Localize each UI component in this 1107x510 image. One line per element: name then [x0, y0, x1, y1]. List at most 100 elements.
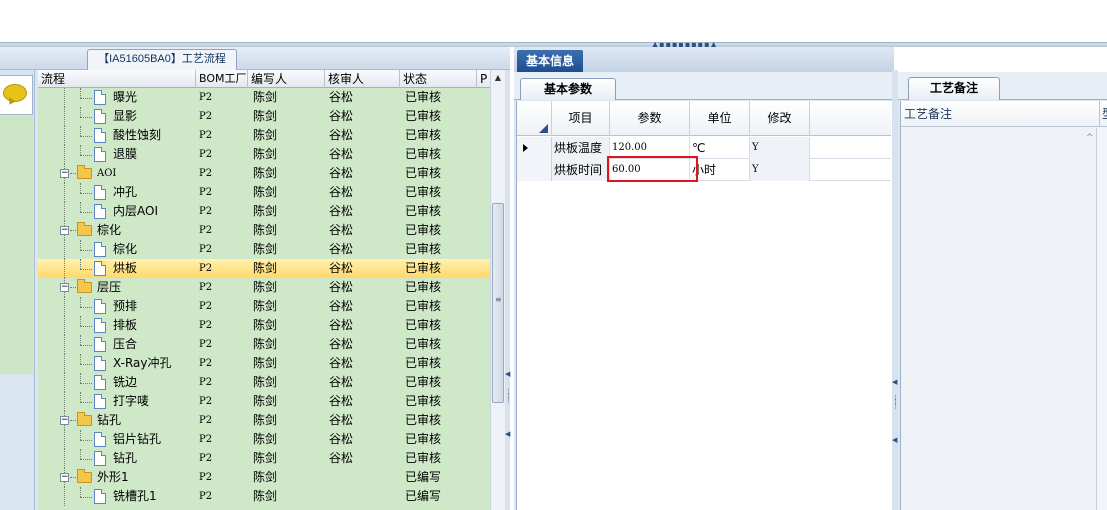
column-header-p[interactable]: P	[477, 70, 490, 88]
notes-text-area[interactable]: ^	[901, 128, 1097, 510]
modify-cell[interactable]: Y	[750, 137, 810, 159]
column-header-reviewer[interactable]: 核审人	[325, 70, 400, 88]
tree-node[interactable]: 冲孔	[38, 183, 196, 202]
tree-node[interactable]: X-Ray冲孔	[38, 354, 196, 373]
tab-process-flow[interactable]: 【IA51605BA0】工艺流程	[87, 49, 237, 70]
tree-row[interactable]: 烘板 P2 陈剑 谷松 已审核	[38, 259, 490, 278]
scroll-thumb[interactable]: ≡	[492, 203, 504, 403]
collapse-toggle-icon[interactable]: −	[60, 416, 69, 425]
tree-node[interactable]: 内层AOI	[38, 202, 196, 221]
row-indicator[interactable]	[517, 137, 552, 159]
column-header-modify[interactable]: 修改	[750, 101, 810, 136]
scroll-up-arrow-icon[interactable]: ▲	[491, 70, 505, 86]
tree-folder-row[interactable]: − AOI P2 陈剑 谷松 已审核	[38, 164, 490, 183]
tree-row[interactable]: 预排 P2 陈剑 谷松 已审核	[38, 297, 490, 316]
tree-node[interactable]: 压合	[38, 335, 196, 354]
item-cell[interactable]: 烘板温度	[552, 137, 610, 159]
tree-row[interactable]: 冲孔 P2 陈剑 谷松 已审核	[38, 183, 490, 202]
params-row[interactable]: 烘板温度 120.00 ℃ Y	[517, 137, 891, 159]
column-header-writer[interactable]: 编写人	[248, 70, 325, 88]
collapse-toggle-icon[interactable]: −	[60, 283, 69, 292]
tree-vertical-scrollbar[interactable]: ▲ ≡	[490, 70, 505, 510]
tree-row[interactable]: 退膜 P2 陈剑 谷松 已审核	[38, 145, 490, 164]
tree-node[interactable]: 棕化	[38, 240, 196, 259]
tree-row[interactable]: 曝光 P2 陈剑 谷松 已审核	[38, 88, 490, 107]
select-all-corner-icon[interactable]	[517, 101, 552, 136]
scroll-up-icon[interactable]: ^	[1086, 133, 1094, 143]
tree-node[interactable]: − 棕化	[38, 221, 196, 240]
tree-row[interactable]: 排板 P2 陈剑 谷松 已审核	[38, 316, 490, 335]
tree-row[interactable]: 铣边 P2 陈剑 谷松 已审核	[38, 373, 490, 392]
tree-row[interactable]: 铝片钻孔 P2 陈剑 谷松 已审核	[38, 430, 490, 449]
left-panel-splitter[interactable]: ◀ ⋮ ⋮ ⋮ ◀	[505, 70, 512, 510]
splitter-arrow-icon: ◀	[892, 378, 898, 386]
column-header-status[interactable]: 状态	[400, 70, 477, 88]
reviewer-cell: 谷松	[329, 375, 354, 389]
column-header-process-notes[interactable]: 工艺备注	[904, 101, 952, 127]
tree-node[interactable]: 打字唛	[38, 392, 196, 411]
tree-row[interactable]: 铣槽孔1 P2 陈剑 已编写	[38, 487, 490, 506]
tree-row[interactable]: 压合 P2 陈剑 谷松 已审核	[38, 335, 490, 354]
tree-node[interactable]: 退膜	[38, 145, 196, 164]
tree-row[interactable]: 酸性蚀刻 P2 陈剑 谷松 已审核	[38, 126, 490, 145]
tree-folder-row[interactable]: − 棕化 P2 陈剑 谷松 已审核	[38, 221, 490, 240]
tree-connector	[80, 326, 92, 327]
writer-cell: 陈剑	[253, 185, 278, 199]
tree-node[interactable]: 铝片钻孔	[38, 430, 196, 449]
tree-connector	[64, 107, 65, 126]
tree-row[interactable]: 棕化 P2 陈剑 谷松 已审核	[38, 240, 490, 259]
tree-node[interactable]: 铣边	[38, 373, 196, 392]
tab-basic-info[interactable]: 基本信息	[517, 50, 583, 72]
tree-row[interactable]: 内层AOI P2 陈剑 谷松 已审核	[38, 202, 490, 221]
unit-cell[interactable]: ℃	[690, 137, 750, 159]
tree-node-label: 外形1	[97, 470, 129, 484]
params-row[interactable]: 烘板时间 60.00 小时 Y	[517, 159, 891, 181]
column-header-type[interactable]: 型	[1102, 101, 1107, 127]
tree-node[interactable]: 预排	[38, 297, 196, 316]
tree-row[interactable]: 显影 P2 陈剑 谷松 已审核	[38, 107, 490, 126]
bom-factory-cell: P2	[199, 472, 213, 483]
tree-node[interactable]: 钻孔	[38, 449, 196, 468]
collapse-toggle-icon[interactable]: −	[60, 169, 69, 178]
tree-node-label: 钻孔	[97, 413, 122, 427]
tree-row[interactable]: X-Ray冲孔 P2 陈剑 谷松 已审核	[38, 354, 490, 373]
tree-folder-row[interactable]: − 外形1 P2 陈剑 已编写	[38, 468, 490, 487]
column-header-unit[interactable]: 单位	[690, 101, 750, 136]
document-icon	[94, 489, 106, 504]
collapse-toggle-icon[interactable]: −	[60, 226, 69, 235]
tree-folder-row[interactable]: − 层压 P2 陈剑 谷松 已审核	[38, 278, 490, 297]
folder-icon	[77, 469, 92, 483]
tree-node[interactable]: 显影	[38, 107, 196, 126]
bom-factory-cell: P2	[199, 168, 213, 179]
tree-node[interactable]: 烘板	[38, 259, 196, 278]
tree-folder-row[interactable]: − 钻孔 P2 陈剑 谷松 已审核	[38, 411, 490, 430]
collapse-toggle-icon[interactable]: −	[60, 473, 69, 482]
tree-connector	[64, 88, 65, 107]
tree-connector	[64, 449, 65, 468]
tree-node-label: 钻孔	[113, 451, 138, 465]
tree-row[interactable]: 钻孔 P2 陈剑 谷松 已审核	[38, 449, 490, 468]
tree-node[interactable]: 酸性蚀刻	[38, 126, 196, 145]
tree-connector	[64, 297, 65, 316]
message-button[interactable]	[0, 75, 33, 115]
bom-factory-cell: P2	[199, 396, 213, 407]
column-header-flow[interactable]: 流程	[38, 70, 196, 88]
item-cell[interactable]: 烘板时间	[552, 159, 610, 181]
tree-node[interactable]: − 层压	[38, 278, 196, 297]
modify-cell[interactable]: Y	[750, 159, 810, 181]
column-header-param[interactable]: 参数	[610, 101, 690, 136]
tab-basic-params[interactable]: 基本参数	[520, 78, 616, 100]
tree-node[interactable]: 曝光	[38, 88, 196, 107]
tree-node[interactable]: − 钻孔	[38, 411, 196, 430]
highlighted-edit-cell[interactable]	[607, 156, 698, 182]
column-header-bom-factory[interactable]: BOM工厂	[196, 70, 248, 88]
row-indicator[interactable]	[517, 159, 552, 181]
column-header-item[interactable]: 项目	[552, 101, 610, 136]
tree-node[interactable]: − AOI	[38, 164, 196, 183]
tree-node[interactable]: 排板	[38, 316, 196, 335]
tree-row[interactable]: 打字唛 P2 陈剑 谷松 已审核	[38, 392, 490, 411]
tree-node[interactable]: 铣槽孔1	[38, 487, 196, 506]
unit-cell[interactable]: 小时	[690, 159, 750, 181]
tree-node[interactable]: − 外形1	[38, 468, 196, 487]
tab-process-notes[interactable]: 工艺备注	[908, 77, 1000, 100]
